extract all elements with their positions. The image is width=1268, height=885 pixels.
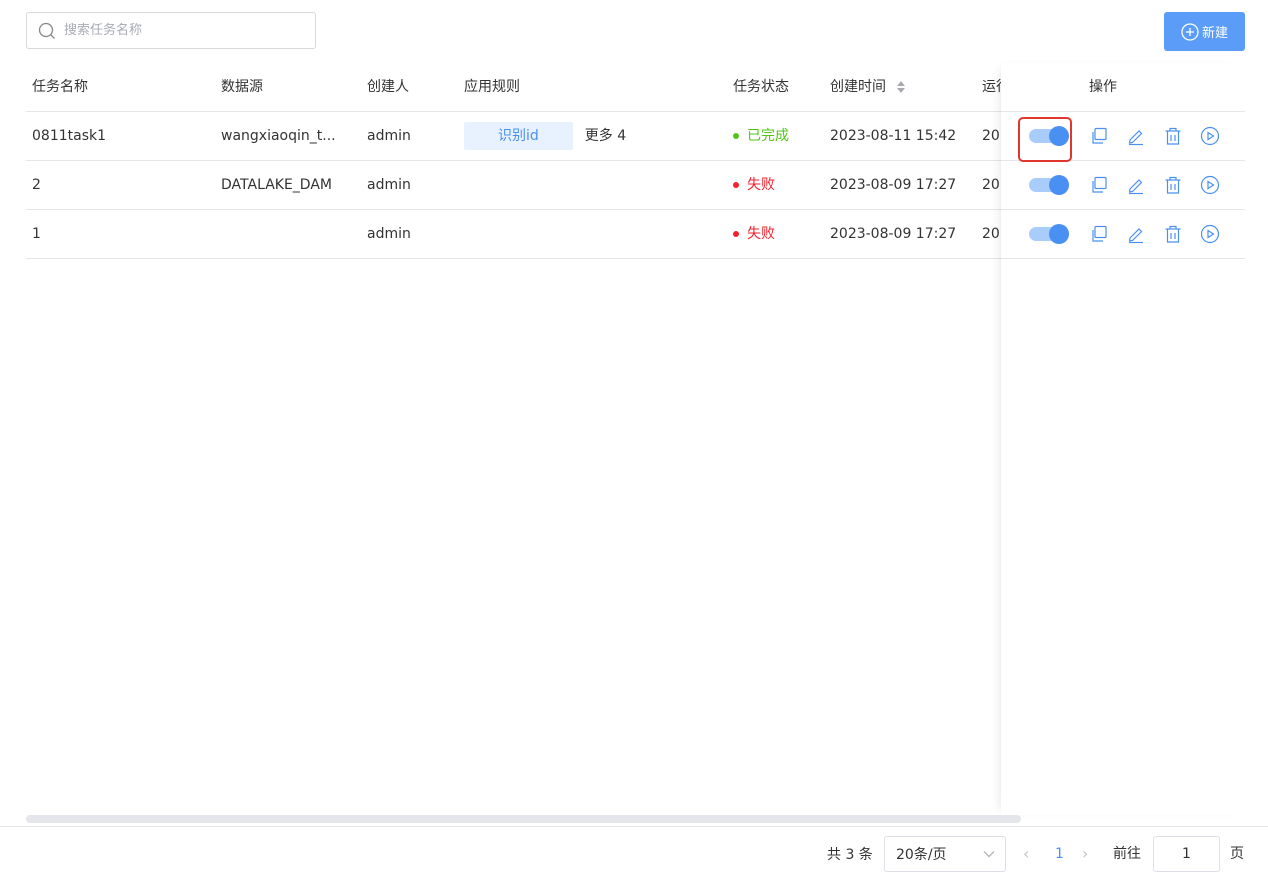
status-text: 已完成 [747,128,789,144]
cell-task-name: 0811task1 [32,128,107,144]
status-dot [733,133,739,139]
cell-created-time: 2023-08-09 17:27 [830,177,957,193]
cell-datasource: wangxiaoqin_t... [221,128,336,144]
col-task-name: 任务名称 [32,79,88,95]
col-datasource: 数据源 [221,79,263,95]
page-size-select[interactable]: 20条/页 [884,836,1006,872]
page-size-value: 20条/页 [896,847,947,863]
enable-switch[interactable] [1029,126,1069,146]
page-unit-label: 页 [1230,846,1244,862]
footer-divider [0,826,1268,827]
page-jump-input[interactable]: 1 [1153,836,1220,872]
cell-creator: admin [367,128,411,144]
col-operations: 操作 [1001,63,1245,112]
enable-switch[interactable] [1029,175,1069,195]
delete-icon[interactable] [1163,175,1183,195]
status-text: 失败 [747,177,775,193]
cell-status: 失败 [733,210,813,258]
cell-task-name: 1 [32,226,41,242]
rule-more-link[interactable]: 更多 4 [585,128,626,144]
next-page-button[interactable]: › [1082,836,1088,872]
goto-label: 前往 [1113,846,1141,862]
status-dot [733,182,739,188]
cell-rules [464,210,714,258]
cell-creator: admin [367,177,411,193]
col-created-time-label: 创建时间 [830,79,886,95]
pagination-total: 共 3 条 [827,847,873,863]
edit-icon[interactable] [1126,224,1146,244]
prev-page-button[interactable]: ‹ [1023,836,1029,872]
edit-icon[interactable] [1126,126,1146,146]
new-task-button[interactable]: 新建 [1164,12,1245,51]
cell-creator: admin [367,226,411,242]
cell-task-name: 2 [32,177,41,193]
col-status: 任务状态 [733,79,789,95]
operations-row [1001,210,1245,259]
search-input[interactable] [62,14,306,47]
play-icon[interactable] [1200,175,1220,195]
horizontal-scrollbar[interactable] [26,815,1021,823]
col-rules: 应用规则 [464,79,520,95]
cell-datasource [221,210,346,258]
copy-icon[interactable] [1089,224,1109,244]
col-creator: 创建人 [367,79,409,95]
search-box[interactable] [26,12,316,49]
cell-status: 已完成 [733,112,813,160]
play-icon[interactable] [1200,224,1220,244]
cell-rules [464,161,714,209]
search-icon [38,22,55,39]
delete-icon[interactable] [1163,224,1183,244]
page-number[interactable]: 1 [1055,836,1064,872]
edit-icon[interactable] [1126,175,1146,195]
col-created-time[interactable]: 创建时间 [830,63,980,111]
status-text: 失败 [747,226,775,242]
copy-icon[interactable] [1089,126,1109,146]
operations-row [1001,112,1245,161]
rule-tag: 识别id [464,122,573,150]
plus-circle-icon [1181,22,1199,41]
operations-row [1001,161,1245,210]
enable-switch[interactable] [1029,224,1069,244]
chevron-down-icon [983,851,995,858]
operations-column: 操作 [1001,63,1245,815]
cell-status: 失败 [733,161,813,209]
copy-icon[interactable] [1089,175,1109,195]
play-icon[interactable] [1200,126,1220,146]
new-task-label: 新建 [1201,26,1228,41]
status-dot [733,231,739,237]
cell-created-time: 2023-08-09 17:27 [830,226,957,242]
delete-icon[interactable] [1163,126,1183,146]
sort-icon[interactable] [896,80,906,94]
cell-datasource: DATALAKE_DAM [221,177,332,193]
cell-created-time: 2023-08-11 15:42 [830,128,957,144]
cell-rules: 识别id 更多 4 [464,112,714,160]
